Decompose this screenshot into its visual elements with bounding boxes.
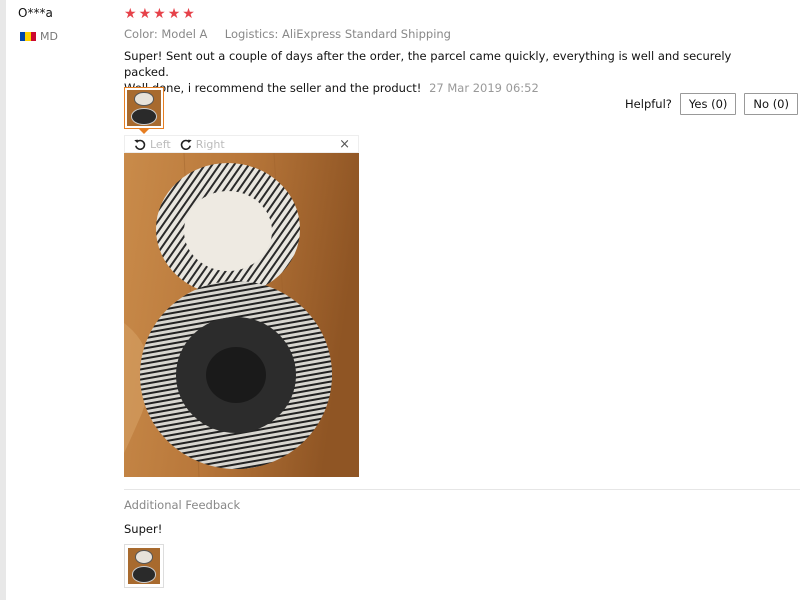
helpful-yes-button[interactable]: Yes (0) — [679, 93, 737, 115]
rotate-right-button[interactable]: Right — [179, 137, 225, 151]
star-icon: ★ — [167, 6, 181, 22]
country-code: MD — [40, 30, 58, 43]
left-border — [0, 0, 6, 600]
plates-thumbnail-image — [127, 90, 161, 126]
star-rating: ★ ★ ★ ★ ★ — [124, 7, 195, 21]
review-line-1: Super! Sent out a couple of days after t… — [124, 49, 732, 79]
close-icon[interactable]: × — [339, 137, 350, 152]
color-label: Color: — [124, 27, 158, 41]
rotate-right-label: Right — [195, 137, 225, 151]
rotate-left-label: Left — [150, 137, 171, 151]
helpful-no-button[interactable]: No (0) — [744, 93, 798, 115]
additional-feedback-text: Super! — [124, 522, 163, 536]
additional-feedback-photo-thumbnail[interactable] — [124, 544, 164, 588]
thumbnail-pointer — [138, 128, 150, 134]
additional-feedback-label: Additional Feedback — [124, 498, 241, 512]
helpful-vote: Helpful? Yes (0) No (0) — [625, 93, 798, 115]
logistics-value: AliExpress Standard Shipping — [282, 27, 451, 41]
reviewer-name: O***a — [18, 6, 53, 20]
rotate-right-icon — [180, 139, 192, 150]
rotate-left-icon — [134, 139, 146, 150]
star-icon: ★ — [124, 6, 137, 22]
review-line-2: Well done, i recommend the seller and th… — [124, 81, 422, 95]
color-value: Model A — [161, 27, 208, 41]
helpful-label: Helpful? — [625, 97, 672, 111]
divider — [124, 489, 800, 490]
star-icon: ★ — [182, 6, 195, 22]
order-info: Color: Model A Logistics: AliExpress Sta… — [124, 27, 451, 41]
plates-thumbnail-image — [128, 548, 160, 584]
image-viewer-toolbar: Left Right × — [124, 135, 359, 153]
review-photo-plates — [124, 153, 359, 477]
flag-icon — [20, 32, 36, 41]
star-icon: ★ — [153, 6, 166, 22]
review-text: Super! Sent out a couple of days after t… — [124, 48, 764, 96]
review-photo-thumbnail-selected[interactable] — [124, 87, 164, 129]
review-date: 27 Mar 2019 06:52 — [429, 81, 539, 95]
rotate-left-button[interactable]: Left — [133, 137, 171, 151]
reviewer-country: MD — [20, 30, 58, 43]
star-icon: ★ — [138, 6, 152, 22]
logistics-label: Logistics: — [224, 27, 279, 41]
